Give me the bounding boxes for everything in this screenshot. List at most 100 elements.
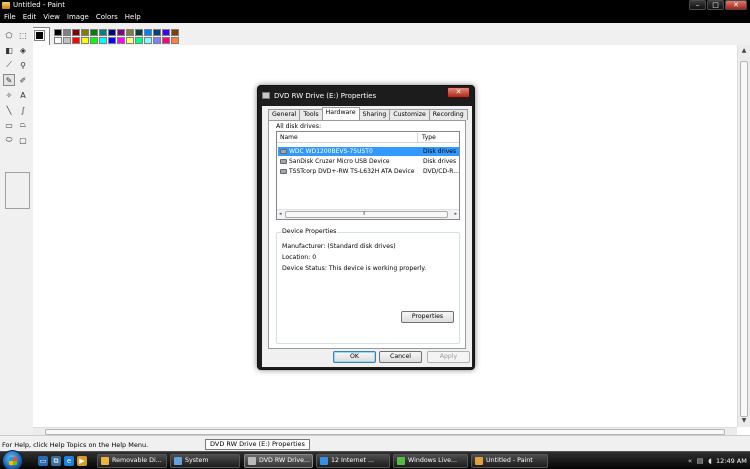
text-icon[interactable]: A: [17, 89, 29, 101]
tab-customize[interactable]: Customize: [389, 109, 430, 120]
vertical-scroll-thumb[interactable]: [740, 61, 748, 417]
color-swatch[interactable]: [90, 29, 98, 36]
maximize-button[interactable]: □: [707, 0, 724, 10]
color-swatch[interactable]: [153, 37, 161, 44]
color-swatch[interactable]: [108, 29, 116, 36]
current-colors[interactable]: [31, 27, 50, 46]
column-type[interactable]: Type: [422, 134, 436, 141]
color-swatch[interactable]: [144, 37, 152, 44]
color-swatch[interactable]: [63, 37, 71, 44]
chevron-left-icon[interactable]: «: [686, 457, 694, 465]
taskbar-button[interactable]: Windows Live...: [393, 454, 468, 468]
color-swatch[interactable]: [135, 37, 143, 44]
ellipse-icon[interactable]: ⬭: [3, 134, 15, 146]
color-swatch[interactable]: [117, 29, 125, 36]
network-icon[interactable]: ▤: [696, 457, 704, 465]
rounded-rect-icon[interactable]: ▢: [17, 134, 29, 146]
polygon-icon[interactable]: ⏢: [17, 119, 29, 131]
color-swatch[interactable]: [54, 29, 62, 36]
menu-image[interactable]: Image: [67, 11, 89, 23]
taskbar-button[interactable]: System: [170, 454, 240, 468]
tab-hardware[interactable]: Hardware: [321, 107, 360, 120]
menu-help[interactable]: Help: [125, 11, 141, 23]
ok-button[interactable]: OK: [333, 351, 376, 363]
tab-general[interactable]: General: [268, 109, 301, 120]
taskbar-button[interactable]: Untitled - Paint: [471, 454, 548, 468]
menu-view[interactable]: View: [43, 11, 60, 23]
color-swatch[interactable]: [108, 37, 116, 44]
menu-file[interactable]: File: [4, 11, 16, 23]
fill-icon[interactable]: ◈: [17, 44, 29, 56]
start-button[interactable]: [2, 450, 23, 469]
color-swatch[interactable]: [117, 37, 125, 44]
taskbar-button[interactable]: 12 Internet ...: [316, 454, 390, 468]
pencil-icon[interactable]: ✎: [3, 74, 15, 86]
list-item[interactable]: WDC WD1200BEVS-75UST0 Disk drives: [278, 147, 459, 156]
vertical-scrollbar[interactable]: ▲ ▼: [737, 45, 750, 427]
properties-button[interactable]: Properties: [401, 311, 454, 323]
list-horizontal-scrollbar[interactable]: ◂ ⦀ ▸: [277, 209, 459, 219]
foreground-color[interactable]: [34, 30, 45, 41]
brush-icon[interactable]: ✐: [17, 74, 29, 86]
tab-tools[interactable]: Tools: [299, 109, 323, 120]
taskbar-button[interactable]: DVD RW Drive...: [244, 454, 313, 468]
apply-button[interactable]: Apply: [427, 351, 470, 363]
color-swatch[interactable]: [153, 29, 161, 36]
volume-icon[interactable]: ◖: [706, 457, 714, 465]
clock[interactable]: 12:49 AM: [716, 457, 747, 465]
show-desktop-icon[interactable]: ▭: [38, 456, 48, 466]
color-swatch[interactable]: [99, 37, 107, 44]
color-swatch[interactable]: [144, 29, 152, 36]
color-swatch[interactable]: [72, 29, 80, 36]
switch-windows-icon[interactable]: ⧉: [51, 456, 61, 466]
magnifier-icon[interactable]: ⚲: [17, 59, 29, 71]
tool-options-box[interactable]: [5, 172, 30, 209]
color-swatch[interactable]: [126, 37, 134, 44]
color-swatch[interactable]: [54, 37, 62, 44]
color-swatch[interactable]: [81, 37, 89, 44]
paint-title-bar[interactable]: Untitled - Paint – □ ✕: [0, 0, 750, 11]
menu-edit[interactable]: Edit: [23, 11, 37, 23]
internet-explorer-icon[interactable]: e: [64, 456, 74, 466]
media-player-icon[interactable]: ▶: [77, 456, 87, 466]
list-item[interactable]: SanDisk Cruzer Micro USB Device Disk dri…: [278, 157, 459, 166]
color-picker-icon[interactable]: ⟋: [3, 59, 15, 71]
list-scroll-thumb[interactable]: [285, 211, 448, 218]
taskbar-button[interactable]: Removable Di...: [97, 454, 167, 468]
tab-recording[interactable]: Recording: [428, 109, 468, 120]
menu-colors[interactable]: Colors: [96, 11, 118, 23]
color-swatch[interactable]: [81, 29, 89, 36]
list-item[interactable]: TSSTcorp DVD+-RW TS-L632H ATA Device DVD…: [278, 167, 459, 176]
color-swatch[interactable]: [171, 37, 179, 44]
taskbar-button-label: Windows Live...: [408, 457, 457, 464]
close-button[interactable]: ✕: [725, 0, 747, 10]
curve-icon[interactable]: ∫: [17, 104, 29, 116]
eraser-icon[interactable]: ◧: [3, 44, 15, 56]
color-swatch[interactable]: [135, 29, 143, 36]
color-swatch[interactable]: [72, 37, 80, 44]
color-swatch[interactable]: [126, 29, 134, 36]
color-swatch[interactable]: [90, 37, 98, 44]
color-swatch[interactable]: [63, 29, 71, 36]
scroll-right-icon[interactable]: ▸: [454, 211, 457, 217]
scroll-down-icon[interactable]: ▼: [738, 415, 750, 427]
tab-sharing[interactable]: Sharing: [358, 109, 391, 120]
airbrush-icon[interactable]: ✧: [3, 89, 15, 101]
scroll-left-icon[interactable]: ◂: [279, 211, 282, 217]
horizontal-scrollbar[interactable]: [33, 427, 737, 435]
select-icon[interactable]: ⬚: [17, 29, 29, 41]
disk-drives-list[interactable]: Name Type WDC WD1200BEVS-75UST0 Disk dri…: [276, 131, 460, 220]
free-select-icon[interactable]: ⬠: [3, 29, 15, 41]
color-swatch[interactable]: [99, 29, 107, 36]
color-swatch[interactable]: [162, 29, 170, 36]
color-swatch[interactable]: [171, 29, 179, 36]
cancel-button[interactable]: Cancel: [379, 351, 422, 363]
rectangle-icon[interactable]: ▭: [3, 119, 15, 131]
color-swatch[interactable]: [162, 37, 170, 44]
dialog-close-button[interactable]: ✕: [447, 87, 470, 98]
line-icon[interactable]: ╲: [3, 104, 15, 116]
minimize-button[interactable]: –: [689, 0, 706, 10]
scroll-up-icon[interactable]: ▲: [738, 45, 750, 57]
column-name[interactable]: Name: [280, 134, 298, 141]
dialog-title-bar[interactable]: DVD RW Drive (E:) Properties ✕: [258, 86, 474, 106]
